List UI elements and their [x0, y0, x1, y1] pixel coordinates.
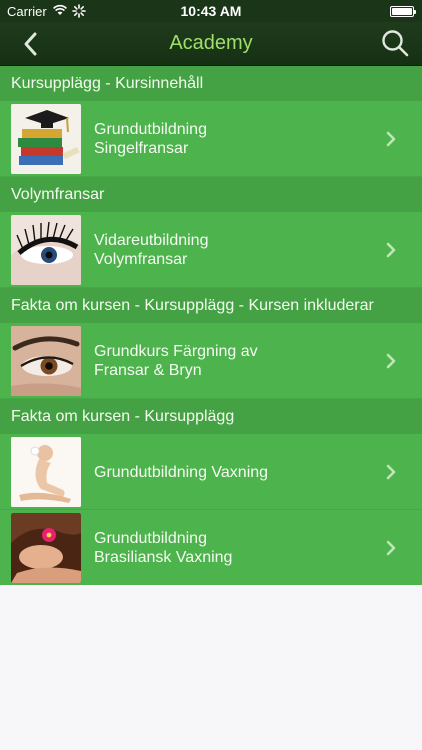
list-item-line1: Grundutbildning	[94, 121, 207, 138]
chevron-right-icon	[386, 353, 396, 369]
section-header: Fakta om kursen - Kursupplägg - Kursen i…	[0, 288, 422, 323]
section-header: Volymfransar	[0, 177, 422, 212]
list-item-line2: Fransar & Bryn	[94, 362, 202, 379]
list-item[interactable]: Grundutbildning Brasiliansk Vaxning	[0, 510, 422, 586]
list-item[interactable]: Grundutbildning Vaxning	[0, 434, 422, 510]
chevron-right-icon	[386, 540, 396, 556]
list-item-line1: Vidareutbildning	[94, 232, 209, 249]
list-item-label: Vidareutbildning Volymfransar	[94, 212, 362, 288]
empty-background	[0, 585, 422, 750]
page-title: Academy	[169, 32, 253, 54]
eyelash-closeup-thumbnail	[11, 215, 81, 285]
graduation-books-thumbnail	[11, 104, 81, 174]
list-item-line2: Volymfransar	[94, 251, 188, 268]
list-item-line2: Singelfransar	[94, 140, 189, 157]
list-item[interactable]: Vidareutbildning Volymfransar	[0, 212, 422, 288]
eye-brow-thumbnail	[11, 326, 81, 396]
navigation-bar: Academy	[0, 22, 422, 66]
chevron-right-icon	[386, 464, 396, 480]
chevron-right-icon	[386, 131, 396, 147]
list-item-line1: Grundutbildning Vaxning	[94, 463, 269, 481]
list-item-label: Grundutbildning Brasiliansk Vaxning	[94, 510, 362, 586]
list-item-label: Grundkurs Färgning av Fransar & Bryn	[94, 323, 362, 399]
status-time: 10:43 AM	[180, 3, 242, 19]
list-item-line1: Grundkurs Färgning av	[94, 343, 258, 360]
chevron-right-icon	[386, 242, 396, 258]
battery-icon	[390, 6, 416, 17]
list-item[interactable]: Grundkurs Färgning av Fransar & Bryn	[0, 323, 422, 399]
section-header: Kursupplägg - Kursinnehåll	[0, 66, 422, 101]
list-item-label: Grundutbildning Vaxning	[94, 434, 362, 510]
spa-woman-thumbnail	[11, 513, 81, 583]
search-icon[interactable]	[380, 28, 410, 58]
course-list: Kursupplägg - Kursinnehåll Grundutbildni…	[0, 66, 422, 586]
list-item-line1: Grundutbildning	[94, 530, 207, 547]
list-item-line2: Brasiliansk Vaxning	[94, 549, 233, 566]
waxing-legs-thumbnail	[11, 437, 81, 507]
list-item[interactable]: Grundutbildning Singelfransar	[0, 101, 422, 177]
section-header: Fakta om kursen - Kursupplägg	[0, 399, 422, 434]
list-item-label: Grundutbildning Singelfransar	[94, 101, 362, 177]
status-bar: Carrier 10:43 AM	[0, 0, 422, 22]
